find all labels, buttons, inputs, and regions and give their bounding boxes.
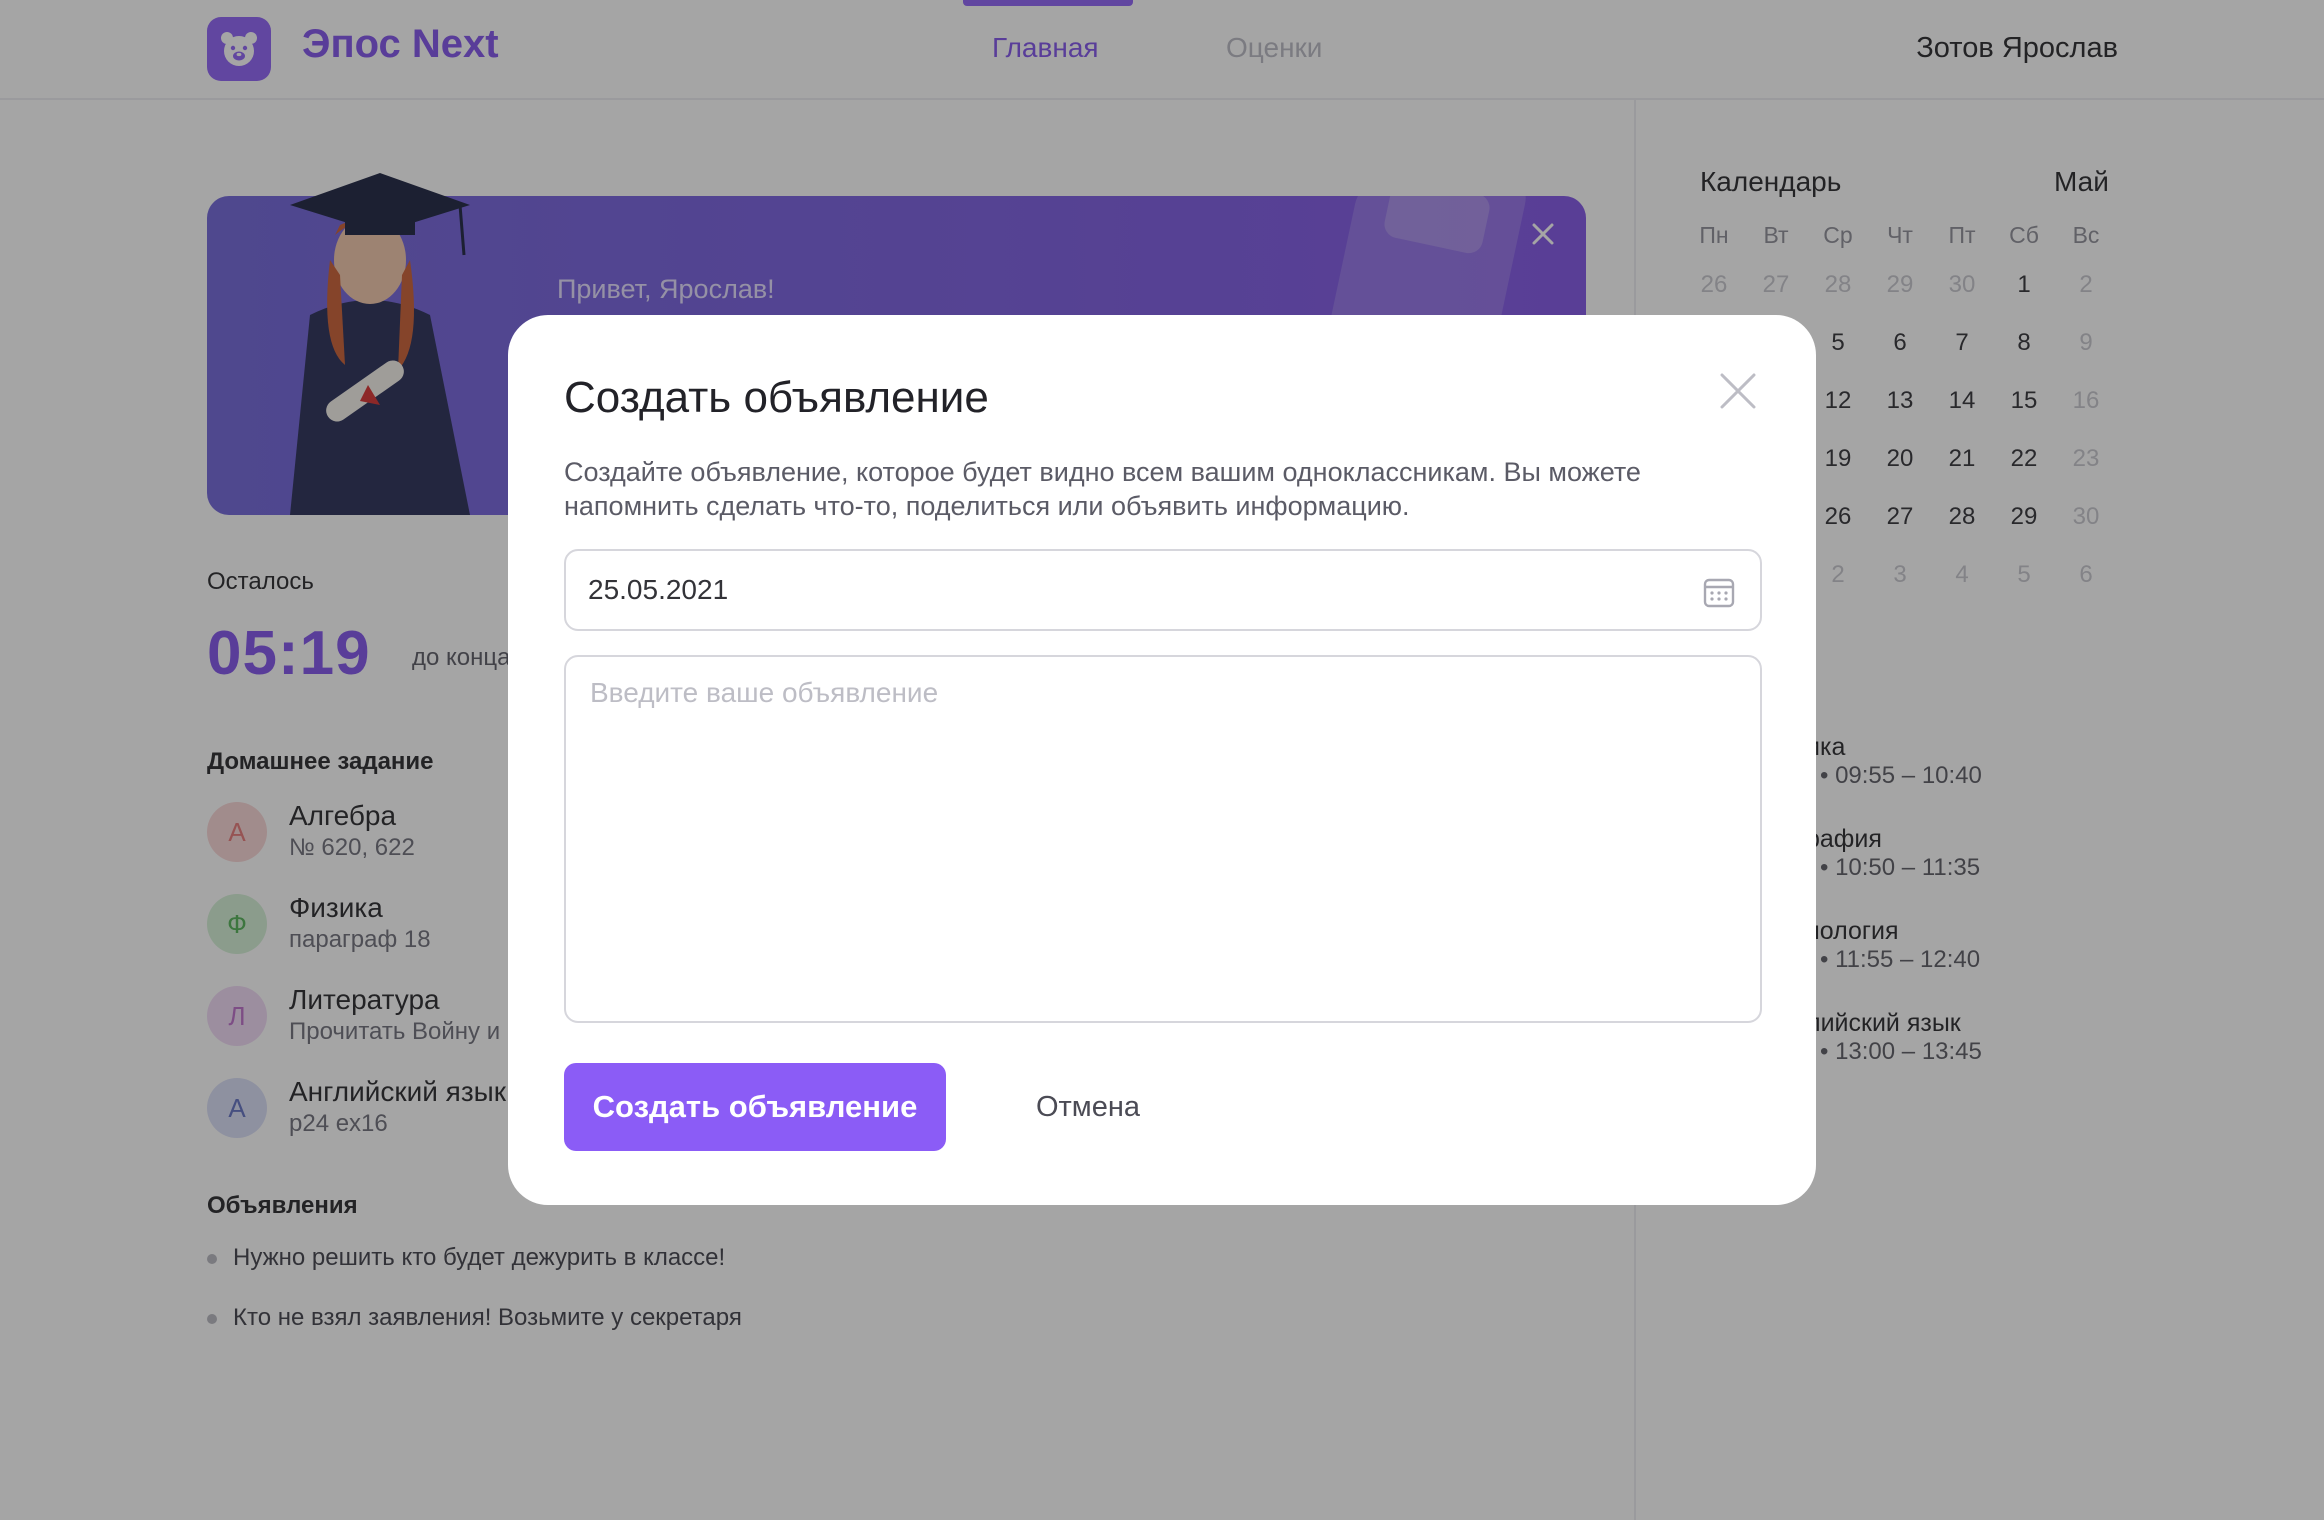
create-announcement-modal: Создать объявление Создайте объявление, … [508,315,1816,1205]
date-field[interactable] [564,549,1762,631]
calendar-icon[interactable] [1702,575,1736,609]
modal-title: Создать объявление [564,373,989,422]
modal-description: Создайте объявление, которое будет видно… [564,457,1641,521]
announcement-textarea[interactable] [564,655,1762,1023]
cancel-button[interactable]: Отмена [1008,1063,1168,1151]
close-icon[interactable] [1718,371,1758,411]
date-input[interactable] [588,551,1668,629]
create-announcement-button[interactable]: Создать объявление [564,1063,946,1151]
